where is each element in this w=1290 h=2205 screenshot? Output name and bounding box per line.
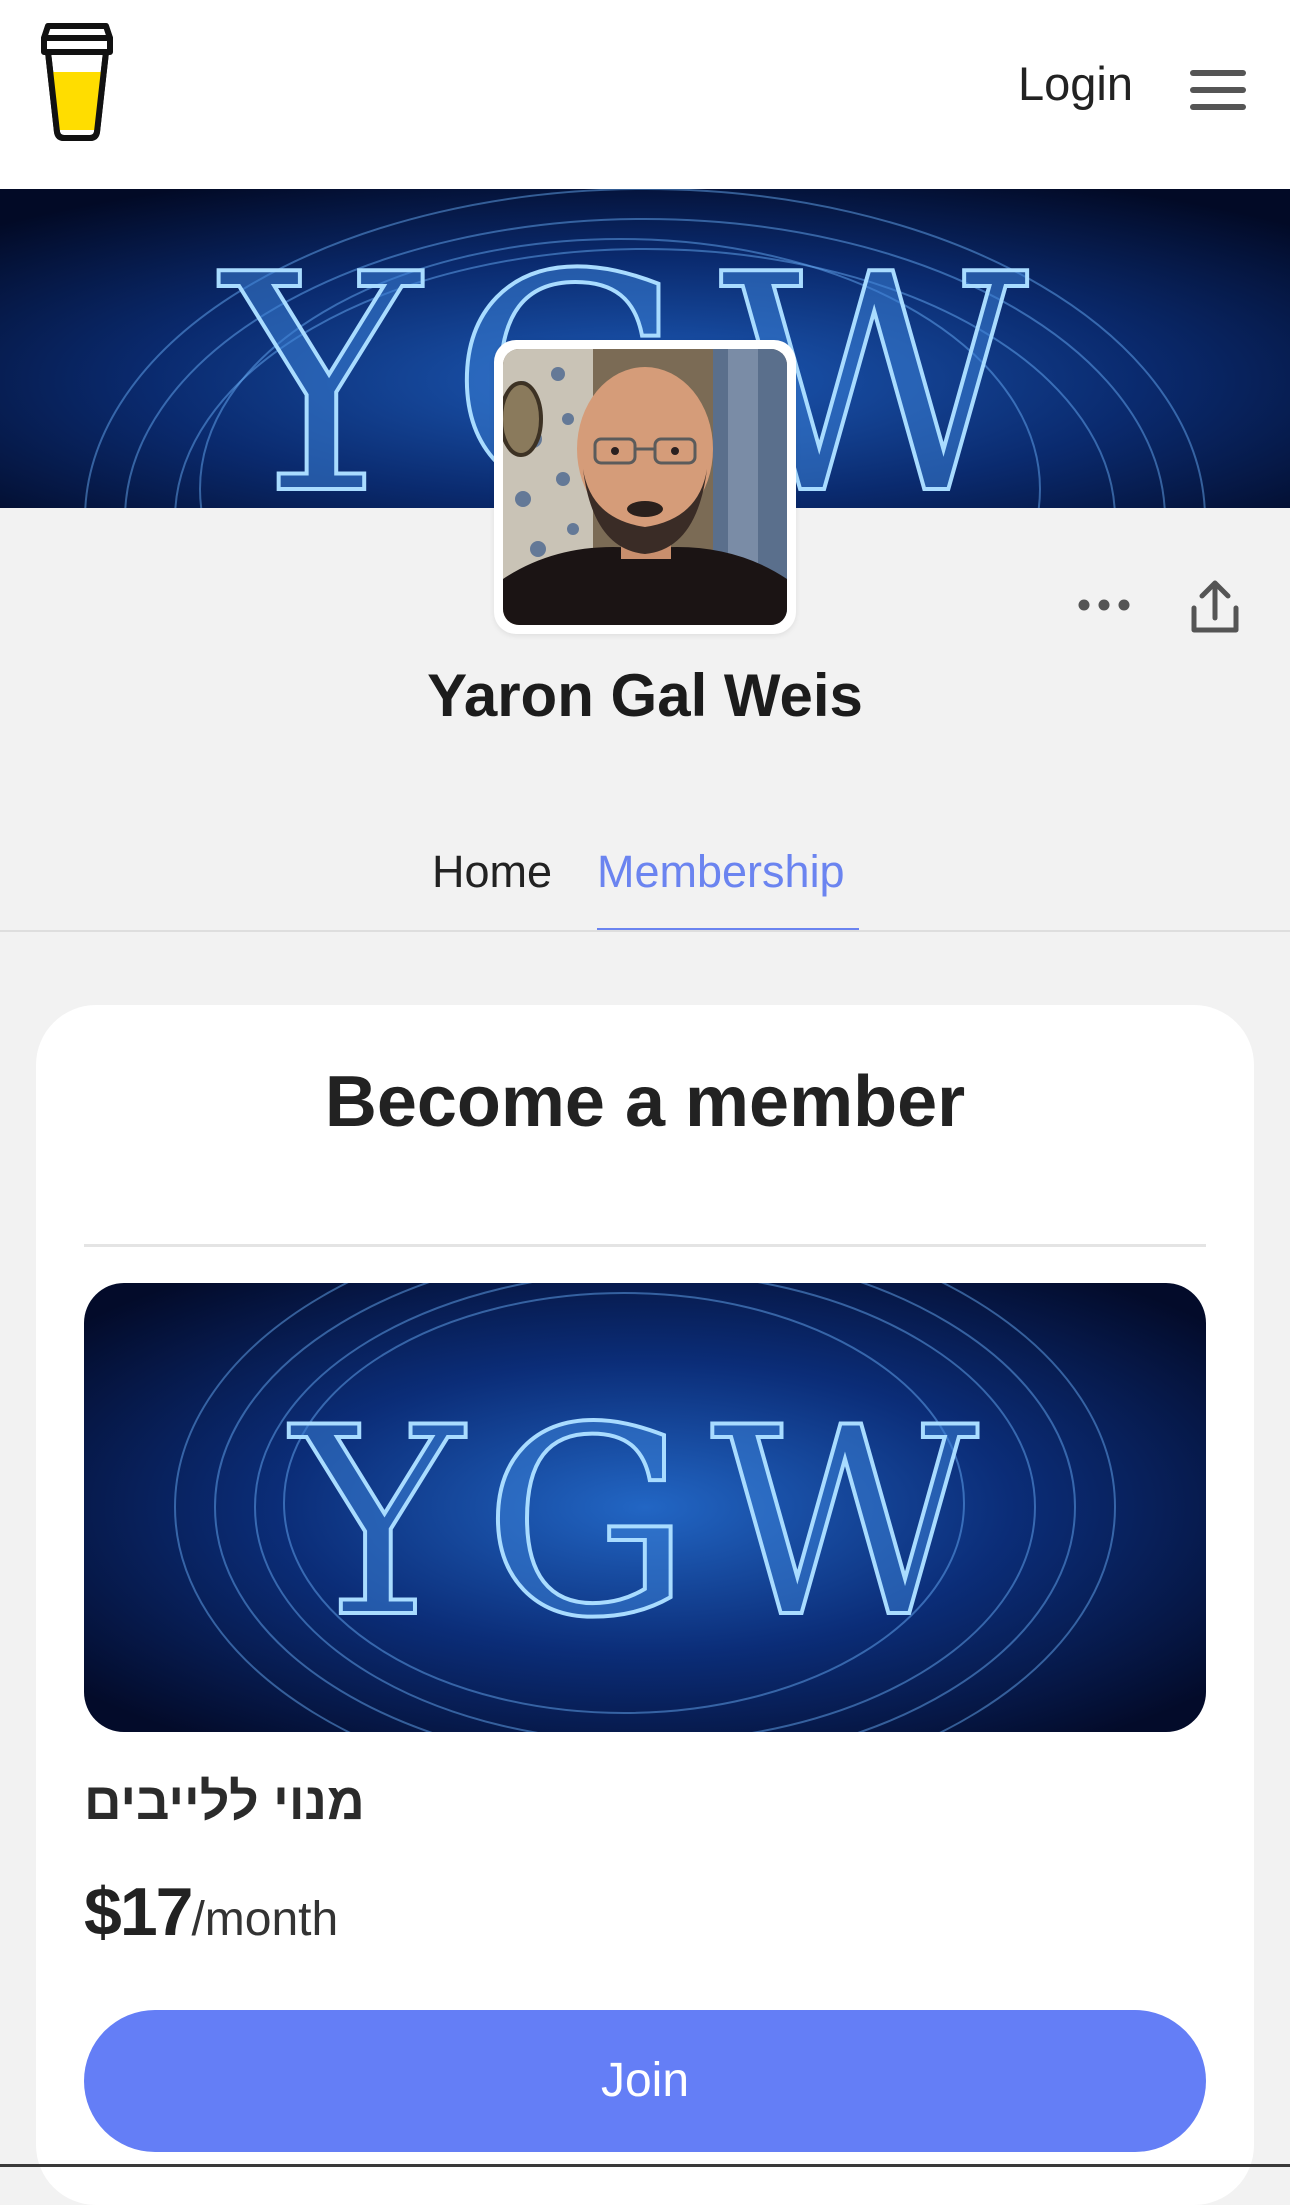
tabs-divider <box>0 930 1290 932</box>
login-link[interactable]: Login <box>1018 56 1133 112</box>
avatar <box>494 340 796 634</box>
tier-name: מנוי ללייבים <box>84 1773 365 1831</box>
price-amount: $17 <box>84 1874 193 1950</box>
top-header: Login <box>0 0 1290 189</box>
more-options-icon[interactable] <box>1076 590 1132 620</box>
tab-home[interactable]: Home <box>432 840 552 904</box>
hamburger-menu-icon[interactable] <box>1190 70 1246 110</box>
tier-price: $17/month <box>84 1872 338 1971</box>
tier-image-lettering: YGW <box>288 1373 999 1675</box>
price-period: /month <box>191 1893 339 1946</box>
join-button[interactable]: Join <box>84 2010 1206 2152</box>
creator-name: Yaron Gal Weis <box>427 662 863 729</box>
tab-membership[interactable]: Membership <box>597 840 845 904</box>
coffee-cup-logo-icon[interactable] <box>34 20 120 142</box>
membership-title: Become a member <box>324 1062 966 1142</box>
share-icon[interactable] <box>1188 578 1242 636</box>
tier-cover-image: YGW <box>84 1283 1206 1732</box>
profile-tabs: Home Membership <box>0 840 1290 932</box>
card-divider <box>84 1244 1206 1247</box>
